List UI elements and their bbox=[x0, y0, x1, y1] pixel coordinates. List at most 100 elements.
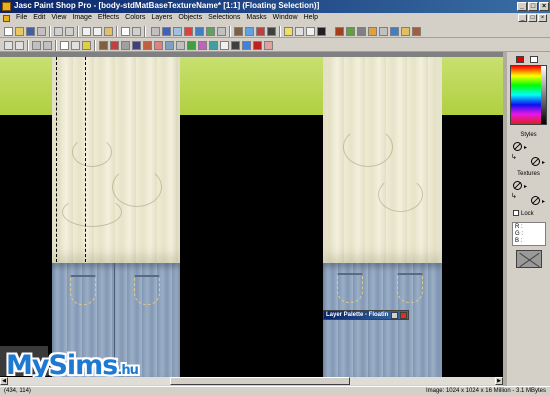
highlight-icon[interactable] bbox=[284, 27, 293, 36]
layer-palette[interactable]: Layer Palette - Floatin bbox=[323, 310, 409, 320]
menu-image[interactable]: Image bbox=[69, 14, 94, 21]
gradient-icon[interactable] bbox=[198, 41, 207, 50]
menu-layers[interactable]: Layers bbox=[148, 14, 175, 21]
document-icon[interactable] bbox=[3, 15, 10, 22]
open-icon[interactable] bbox=[15, 27, 24, 36]
menu-effects[interactable]: Effects bbox=[95, 14, 122, 21]
new-icon[interactable] bbox=[4, 27, 13, 36]
background-color-swatch[interactable] bbox=[530, 56, 538, 63]
paste-icon[interactable] bbox=[104, 27, 113, 36]
horizontal-scrollbar[interactable]: ◀ ▶ bbox=[0, 377, 503, 385]
swap-arrow-icon[interactable]: ↳ bbox=[511, 192, 517, 200]
menu-selections[interactable]: Selections bbox=[205, 14, 243, 21]
menu-edit[interactable]: Edit bbox=[30, 14, 48, 21]
greyscale-strip[interactable] bbox=[541, 66, 546, 124]
menu-view[interactable]: View bbox=[48, 14, 69, 21]
selection-marquee[interactable] bbox=[56, 57, 86, 262]
layer-palette-rollup-button[interactable] bbox=[391, 312, 398, 319]
textures-foreground-swatch[interactable]: ▸ bbox=[511, 181, 547, 191]
color-picker-spectrum[interactable] bbox=[510, 65, 547, 125]
menu-objects[interactable]: Objects bbox=[175, 14, 205, 21]
textures-background-swatch[interactable]: ▸ bbox=[531, 196, 549, 206]
sharpen-icon[interactable] bbox=[368, 27, 377, 36]
shape-icon[interactable] bbox=[242, 41, 251, 50]
null-style-icon[interactable] bbox=[531, 196, 540, 205]
effects-browser-icon[interactable] bbox=[335, 27, 344, 36]
doc-close-button[interactable]: × bbox=[538, 14, 547, 22]
cut-icon[interactable] bbox=[82, 27, 91, 36]
color-palette-icon[interactable] bbox=[184, 27, 193, 36]
object-selector-icon[interactable] bbox=[253, 41, 262, 50]
freehand-icon[interactable] bbox=[71, 41, 80, 50]
art-media-icon[interactable] bbox=[209, 41, 218, 50]
menu-window[interactable]: Window bbox=[270, 14, 301, 21]
styles-background-swatch[interactable]: ▸ bbox=[531, 157, 549, 167]
script-icon[interactable] bbox=[234, 27, 243, 36]
mover-icon[interactable] bbox=[43, 41, 52, 50]
menu-help[interactable]: Help bbox=[301, 14, 321, 21]
image-workspace[interactable] bbox=[0, 52, 503, 377]
tool-palette-icon[interactable] bbox=[173, 27, 182, 36]
fg-bg-swatches[interactable] bbox=[510, 55, 547, 64]
save-icon[interactable] bbox=[26, 27, 35, 36]
texture-icon[interactable] bbox=[412, 27, 421, 36]
swap-arrow-icon[interactable]: ↳ bbox=[511, 153, 517, 161]
scroll-right-button[interactable]: ▶ bbox=[495, 377, 503, 385]
clone-brush-icon[interactable] bbox=[121, 41, 130, 50]
picture-tube-icon[interactable] bbox=[165, 41, 174, 50]
text-icon[interactable] bbox=[220, 41, 229, 50]
warp-icon[interactable] bbox=[264, 41, 273, 50]
airbrush-icon[interactable] bbox=[176, 41, 185, 50]
histogram-icon[interactable] bbox=[206, 27, 215, 36]
retouch-icon[interactable] bbox=[143, 41, 152, 50]
crop-icon[interactable] bbox=[32, 41, 41, 50]
run-script-icon[interactable] bbox=[245, 27, 254, 36]
null-style-icon[interactable] bbox=[513, 181, 522, 190]
adjust-icon[interactable] bbox=[357, 27, 366, 36]
maximize-button[interactable]: □ bbox=[528, 2, 538, 11]
close-button[interactable]: × bbox=[539, 2, 549, 11]
magic-wand-icon[interactable] bbox=[82, 41, 91, 50]
zoom-icon[interactable] bbox=[15, 41, 24, 50]
frame-icon[interactable] bbox=[317, 27, 326, 36]
align-icon[interactable] bbox=[306, 27, 315, 36]
dropper-icon[interactable] bbox=[99, 41, 108, 50]
normal-view-icon[interactable] bbox=[132, 27, 141, 36]
menu-masks[interactable]: Masks bbox=[243, 14, 269, 21]
menu-colors[interactable]: Colors bbox=[122, 14, 148, 21]
redo-icon[interactable] bbox=[65, 27, 74, 36]
screenshot-icon[interactable] bbox=[162, 27, 171, 36]
filter-icon[interactable] bbox=[346, 27, 355, 36]
menu-file[interactable]: File bbox=[13, 14, 30, 21]
record-icon[interactable] bbox=[256, 27, 265, 36]
scroll-left-button[interactable]: ◀ bbox=[0, 377, 8, 385]
color-replacer-icon[interactable] bbox=[132, 41, 141, 50]
styles-foreground-swatch[interactable]: ▸ bbox=[511, 142, 547, 152]
hue-icon[interactable] bbox=[390, 27, 399, 36]
draw-icon[interactable] bbox=[231, 41, 240, 50]
browse-icon[interactable] bbox=[151, 27, 160, 36]
colorize-icon[interactable] bbox=[401, 27, 410, 36]
app-icon[interactable] bbox=[2, 2, 11, 11]
flood-fill-icon[interactable] bbox=[187, 41, 196, 50]
undo-icon[interactable] bbox=[54, 27, 63, 36]
arrange-icon[interactable] bbox=[295, 27, 304, 36]
eraser-icon[interactable] bbox=[154, 41, 163, 50]
doc-restore-button[interactable]: □ bbox=[528, 14, 537, 22]
pan-icon[interactable] bbox=[4, 41, 13, 50]
null-style-icon[interactable] bbox=[531, 157, 540, 166]
full-screen-icon[interactable] bbox=[121, 27, 130, 36]
scroll-thumb[interactable] bbox=[170, 377, 350, 385]
selection-icon[interactable] bbox=[60, 41, 69, 50]
print-icon[interactable] bbox=[37, 27, 46, 36]
doc-minimize-button[interactable]: _ bbox=[518, 14, 527, 22]
layer-palette-close-button[interactable] bbox=[400, 312, 407, 319]
layer-palette-icon[interactable] bbox=[195, 27, 204, 36]
overview-icon[interactable] bbox=[217, 27, 226, 36]
brightness-icon[interactable] bbox=[379, 27, 388, 36]
null-style-icon[interactable] bbox=[513, 142, 522, 151]
stop-icon[interactable] bbox=[267, 27, 276, 36]
paintbrush-icon[interactable] bbox=[110, 41, 119, 50]
foreground-color-swatch[interactable] bbox=[516, 56, 524, 63]
lock-checkbox[interactable]: Lock bbox=[513, 210, 534, 217]
